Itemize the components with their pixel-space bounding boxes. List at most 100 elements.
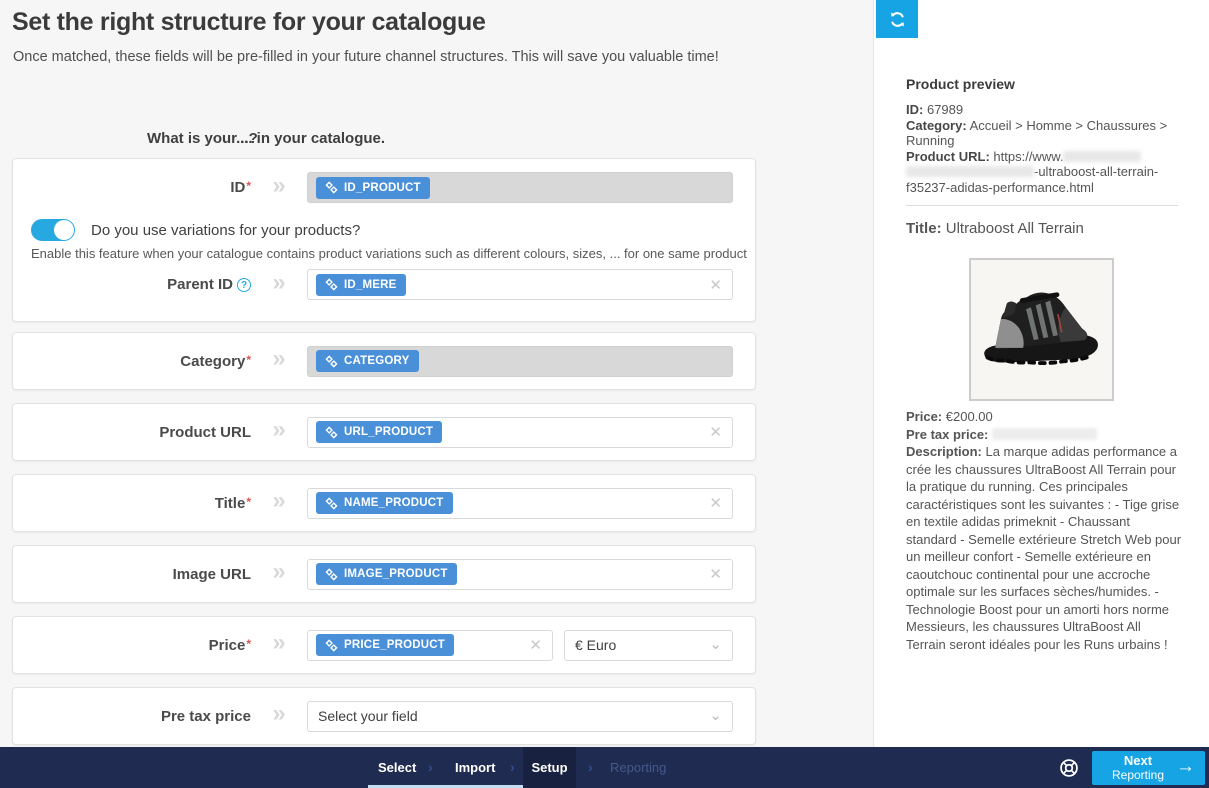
double-chevron-icon: » <box>251 174 307 202</box>
chevron-down-icon: ⌄ <box>709 635 722 653</box>
price-field-input[interactable]: PRICE_PRODUCT ✕ <box>307 630 553 661</box>
double-chevron-icon: » <box>251 489 307 517</box>
preview-description: Description: La marque adidas performanc… <box>906 443 1182 653</box>
image-url-card: Image URL » IMAGE_PRODUCT ✕ <box>12 545 756 603</box>
chevron-right-icon: › <box>428 747 433 788</box>
product-url-field-input[interactable]: URL_PRODUCT ✕ <box>307 417 733 448</box>
category-label: Category* <box>13 353 251 370</box>
parent-id-label-text: Parent ID <box>167 276 233 293</box>
product-url-label-text: Product URL <box>159 424 251 441</box>
link-icon <box>325 426 338 439</box>
mapped-field-chip[interactable]: NAME_PRODUCT <box>316 492 453 514</box>
pretax-label-text: Pre tax price <box>161 708 251 725</box>
preview-id-line: ID: 67989 <box>906 102 1178 118</box>
image-url-row: Image URL » IMAGE_PRODUCT ✕ <box>13 546 755 602</box>
step-reporting[interactable]: Reporting <box>610 747 666 788</box>
select-placeholder: Select your field <box>318 708 418 724</box>
id-value: 67989 <box>927 102 963 117</box>
column-header-right: ... in your catalogue. <box>240 130 385 147</box>
category-row: Category* » CATEGORY <box>13 333 755 389</box>
clear-icon[interactable]: ✕ <box>709 494 722 512</box>
parent-id-field-input[interactable]: ID_MERE ✕ <box>307 269 733 300</box>
parent-id-label: Parent ID? <box>13 276 251 293</box>
step-setup-label: Setup <box>531 760 567 775</box>
mapped-field-chip[interactable]: ID_PRODUCT <box>316 177 430 199</box>
image-url-label-text: Image URL <box>173 566 251 583</box>
title-label-text: Title <box>215 495 246 512</box>
title-card: Title* » NAME_PRODUCT ✕ <box>12 474 756 532</box>
mapped-field-chip[interactable]: PRICE_PRODUCT <box>316 634 454 656</box>
step-import[interactable]: Import <box>455 747 495 788</box>
product-image <box>969 258 1114 401</box>
url-value-start: https://www. <box>993 149 1063 164</box>
link-icon <box>325 497 338 510</box>
mapped-field-chip[interactable]: URL_PRODUCT <box>316 421 442 443</box>
product-preview-panel: Product preview ID: 67989 Category: Accu… <box>873 0 1209 747</box>
mapped-field-chip[interactable]: CATEGORY <box>316 350 419 372</box>
double-chevron-icon: » <box>251 347 307 375</box>
currency-select[interactable]: € Euro ⌄ <box>564 630 733 661</box>
price-label-text: Price <box>209 637 246 654</box>
product-url-row: Product URL » URL_PRODUCT ✕ <box>13 404 755 460</box>
lifebuoy-icon <box>1058 757 1080 779</box>
id-field-input[interactable]: ID_PRODUCT <box>307 172 733 203</box>
shoe-image <box>972 261 1111 398</box>
refresh-preview-button[interactable] <box>876 0 918 38</box>
link-icon <box>325 355 338 368</box>
url-value-end: f35237-adidas-performance.html <box>906 180 1094 195</box>
title-label: Title* <box>13 495 251 512</box>
image-url-field-input[interactable]: IMAGE_PRODUCT ✕ <box>307 559 733 590</box>
id-card: ID* » ID_PRODUCT Do you use variations f… <box>12 158 756 322</box>
pretax-label: Pre tax price <box>13 708 251 725</box>
double-chevron-icon: » <box>251 560 307 588</box>
product-url-label: Product URL <box>13 424 251 441</box>
description-key: Description: <box>906 444 982 459</box>
chip-label: URL_PRODUCT <box>344 426 433 438</box>
clear-icon[interactable]: ✕ <box>709 423 722 441</box>
url-value-mid: -ultraboost-all-terrain- <box>1034 164 1158 179</box>
category-card: Category* » CATEGORY <box>12 332 756 390</box>
preview-pretax-line: Pre tax price: <box>906 426 1182 444</box>
title-field-input[interactable]: NAME_PRODUCT ✕ <box>307 488 733 519</box>
clear-icon[interactable]: ✕ <box>529 636 542 654</box>
preview-heading: Product preview <box>906 76 1015 92</box>
link-icon <box>325 568 338 581</box>
url-key: Product URL: <box>906 149 990 164</box>
step-setup[interactable]: Setup <box>523 747 576 788</box>
id-row: ID* » ID_PRODUCT <box>13 172 755 203</box>
variations-toggle[interactable] <box>31 219 75 241</box>
mapped-field-chip[interactable]: ID_MERE <box>316 274 406 296</box>
description-value: La marque adidas performance a crée les … <box>906 444 1181 652</box>
chip-label: ID_PRODUCT <box>344 182 421 194</box>
help-icon[interactable]: ? <box>237 278 251 292</box>
category-field-input[interactable]: CATEGORY <box>307 346 733 377</box>
id-key: ID: <box>906 102 923 117</box>
arrow-right-icon: → <box>1174 756 1195 780</box>
redacted-text <box>906 166 1034 177</box>
image-url-label: Image URL <box>13 566 251 583</box>
price-value: €200.00 <box>946 409 993 424</box>
refresh-icon <box>887 9 908 30</box>
preview-url-line: Product URL: https://www. -ultraboost-al… <box>906 149 1178 196</box>
clear-icon[interactable]: ✕ <box>709 565 722 583</box>
preview-price-line: Price: €200.00 <box>906 408 1182 426</box>
mapped-field-chip[interactable]: IMAGE_PRODUCT <box>316 563 457 585</box>
preview-title-line: Title: Ultraboost All Terrain <box>906 220 1084 237</box>
preview-category-line: Category: Accueil > Homme > Chaussures >… <box>906 118 1178 149</box>
chevron-down-icon: ⌄ <box>709 706 722 724</box>
next-step-button[interactable]: Next Reporting → <box>1092 751 1205 785</box>
divider <box>906 205 1178 206</box>
page-title: Set the right structure for your catalog… <box>12 8 486 37</box>
chip-label: IMAGE_PRODUCT <box>344 568 448 580</box>
wizard-footer-bar: Select › Import › Setup › Reporting Next… <box>0 747 1209 788</box>
price-card: Price* » PRICE_PRODUCT ✕ € Euro ⌄ <box>12 616 756 674</box>
redacted-text <box>1063 151 1141 162</box>
clear-icon[interactable]: ✕ <box>709 276 722 294</box>
currency-value: € Euro <box>575 637 616 653</box>
pretax-field-select[interactable]: Select your field ⌄ <box>307 701 733 732</box>
title-key: Title: <box>906 220 942 237</box>
redacted-text <box>992 428 1097 440</box>
help-lifebuoy-button[interactable] <box>1058 757 1080 779</box>
step-select[interactable]: Select <box>378 747 416 788</box>
next-button-text: Next Reporting <box>1102 754 1174 781</box>
